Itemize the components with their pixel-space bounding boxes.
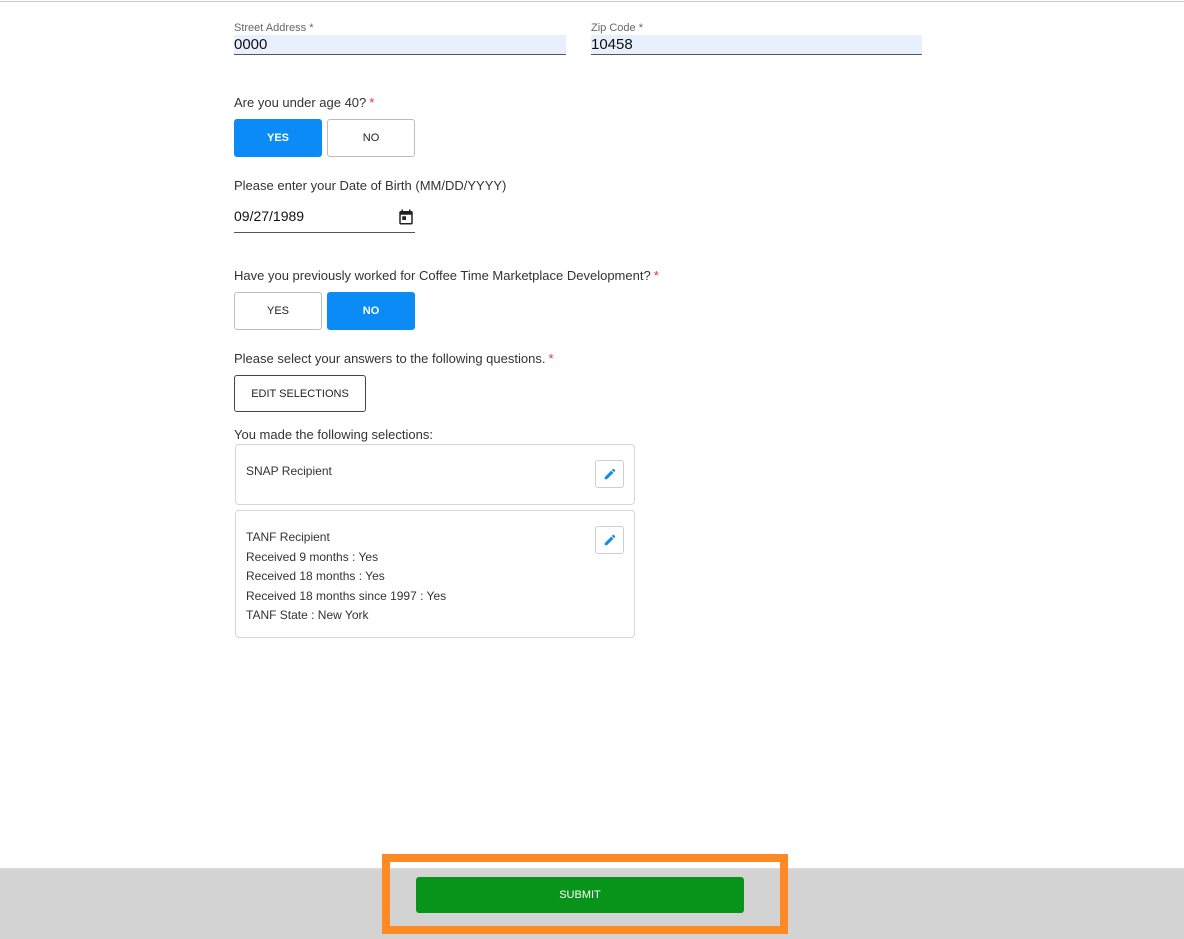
calendar-icon[interactable] [397,208,415,226]
card-line: Received 18 months : Yes [246,569,385,584]
under-40-question: Are you under age 40? * [234,95,374,110]
worked-before-yes-button[interactable]: YES [234,292,322,330]
under-40-question-text: Are you under age 40? [234,95,367,110]
zip-code-label: Zip Code * [591,22,643,34]
required-mark: * [548,351,554,366]
worked-before-no-button[interactable]: NO [327,292,415,330]
required-mark: * [369,95,375,110]
selection-card-snap: SNAP Recipient [235,444,635,505]
card-line: TANF State : New York [246,608,369,623]
street-address-field: Street Address * [234,22,566,66]
under-40-no-button[interactable]: NO [327,119,415,157]
edit-tanf-button[interactable] [595,526,624,554]
dob-value: 09/27/1989 [234,208,305,224]
dob-input[interactable]: 09/27/1989 [234,205,415,233]
zip-code-input[interactable] [591,35,922,55]
selection-card-tanf: TANF Recipient Received 9 months : Yes R… [235,510,635,638]
card-line: Received 18 months since 1997 : Yes [246,588,447,603]
pencil-icon [604,534,615,546]
required-mark: * [653,268,659,283]
edit-snap-button[interactable] [595,460,624,488]
edit-selections-button[interactable]: EDIT SELECTIONS [234,375,366,412]
street-address-label: Street Address * [234,22,314,34]
under-40-yes-button[interactable]: YES [234,119,322,157]
card-line: TANF Recipient [246,530,330,544]
pencil-icon [604,468,615,480]
card-line: SNAP Recipient [246,464,332,478]
card-lines: SNAP Recipient [246,462,332,482]
dob-question: Please enter your Date of Birth (MM/DD/Y… [234,178,507,193]
card-lines: TANF Recipient Received 9 months : Yes R… [246,528,446,626]
questions-prompt: Please select your answers to the follow… [234,351,554,366]
top-divider [0,1,1184,2]
submit-button[interactable]: SUBMIT [416,877,744,913]
street-address-input[interactable] [234,35,566,55]
questions-prompt-text: Please select your answers to the follow… [234,351,546,366]
card-line: Received 9 months : Yes [246,549,379,564]
worked-before-question: Have you previously worked for Coffee Ti… [234,268,659,283]
selections-heading: You made the following selections: [234,427,433,442]
worked-before-question-text: Have you previously worked for Coffee Ti… [234,268,651,283]
zip-code-field: Zip Code * [591,22,922,66]
